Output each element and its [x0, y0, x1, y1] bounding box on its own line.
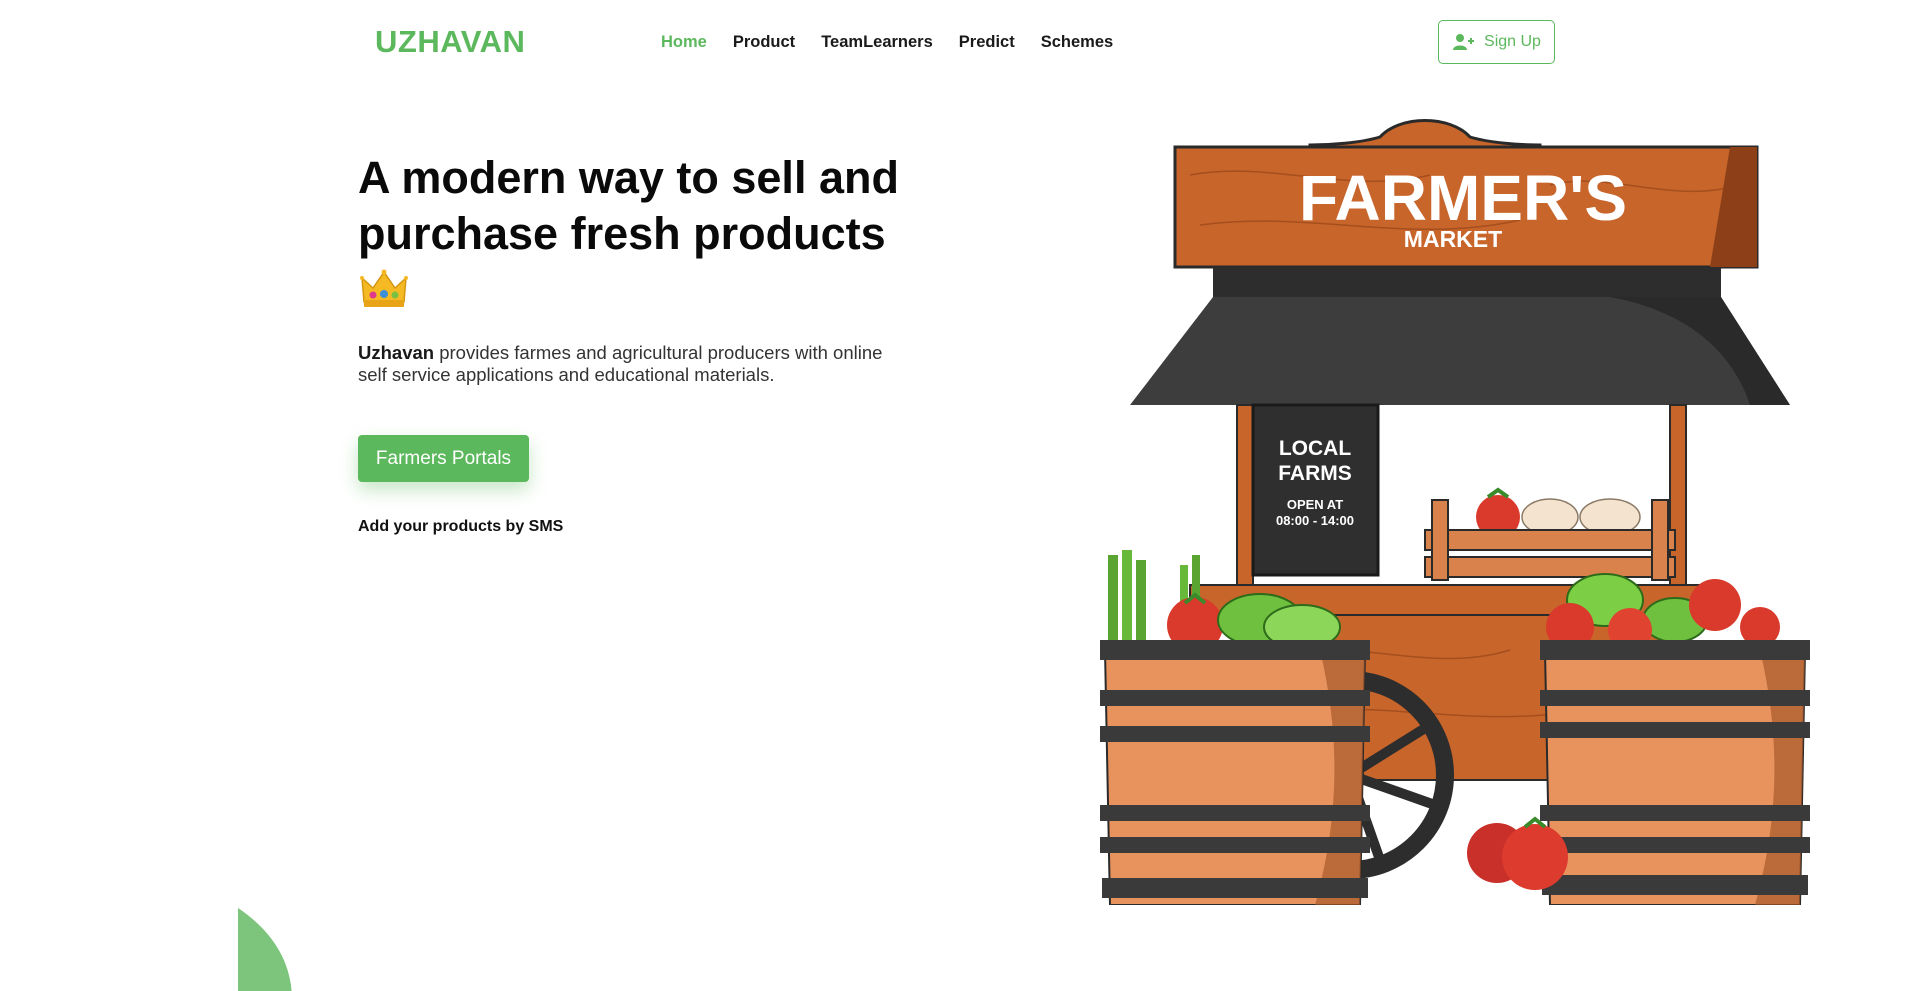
- nav-predict[interactable]: Predict: [959, 33, 1015, 52]
- nav-teamlearners[interactable]: TeamLearners: [821, 33, 933, 52]
- sms-note: Add your products by SMS: [358, 518, 564, 535]
- farmers-portals-button[interactable]: Farmers Portals: [358, 435, 529, 482]
- page: UZHAVAN Home Product TeamLearners Predic…: [0, 0, 1910, 991]
- hero-description-brand: Uzhavan: [358, 342, 435, 363]
- user-plus-icon: [1453, 34, 1475, 50]
- sign-up-button[interactable]: Sign Up: [1438, 20, 1555, 64]
- board-farms: FARMS: [1278, 462, 1352, 485]
- nav-schemes[interactable]: Schemes: [1041, 33, 1113, 52]
- leaf-decoration: [238, 908, 292, 991]
- loose-tomatoes: [1467, 816, 1568, 890]
- brand-logo[interactable]: UZHAVAN: [375, 24, 525, 60]
- market-roof: [1130, 267, 1790, 405]
- nav-home[interactable]: Home: [661, 33, 707, 52]
- market-sign: FARMER'S MARKET: [1173, 119, 1759, 269]
- local-farms-board: LOCAL FARMS OPEN AT 08:00 - 14:00: [1251, 403, 1380, 577]
- board-hours: 08:00 - 14:00: [1276, 513, 1354, 528]
- hero-title-text: A modern way to sell and purchase fresh …: [358, 152, 899, 259]
- produce-crate: [1424, 487, 1676, 581]
- sign-up-label: Sign Up: [1484, 33, 1541, 50]
- hero-description-text: provides farmes and agricultural produce…: [358, 342, 883, 385]
- nav-product[interactable]: Product: [733, 33, 795, 52]
- sign-subtitle: MARKET: [1404, 226, 1502, 252]
- board-local: LOCAL: [1279, 437, 1351, 460]
- hero-title: A modern way to sell and purchase fresh …: [358, 150, 918, 318]
- left-post: [1236, 404, 1254, 586]
- board-open-at: OPEN AT: [1287, 497, 1343, 512]
- farmers-market-illustration: FARMER'S MARKET LOCAL FARMS OPEN AT 08:0…: [1100, 119, 1810, 905]
- crown-icon: [360, 269, 408, 308]
- right-barrel: [1540, 573, 1810, 905]
- main-nav: Home Product TeamLearners Predict Scheme…: [661, 33, 1139, 52]
- sign-title: FARMER'S: [1299, 162, 1627, 234]
- hero-description: Uzhavan provides farmes and agricultural…: [358, 342, 898, 386]
